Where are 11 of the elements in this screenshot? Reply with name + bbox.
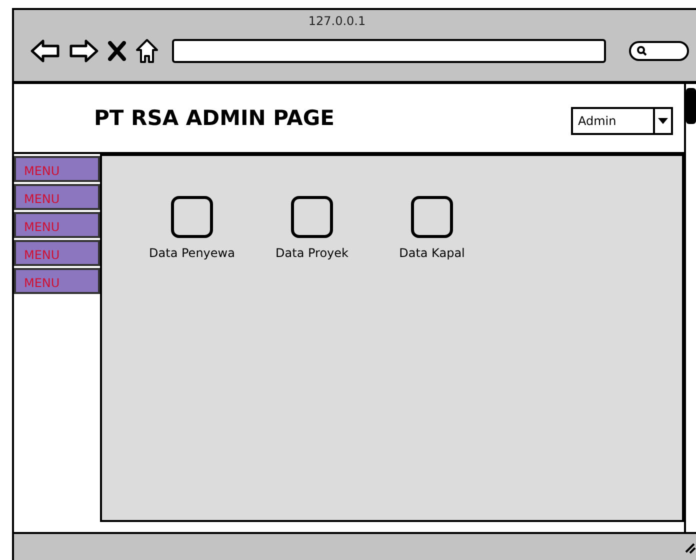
menu-item[interactable]: MENU (14, 268, 100, 294)
menu-item[interactable]: MENU (14, 184, 100, 210)
user-dropdown[interactable]: Admin (571, 107, 673, 135)
page-title: PT RSA ADMIN PAGE (94, 106, 336, 130)
shortcut-label[interactable]: Data Penyewa (149, 246, 235, 260)
shortcut-label[interactable]: Data Proyek (276, 246, 348, 260)
menu-item[interactable]: MENU (14, 212, 100, 238)
shortcut-label[interactable]: Data Kapal (399, 246, 465, 260)
window-title: 127.0.0.1 (307, 13, 367, 30)
menu-item[interactable]: MENU (14, 156, 100, 182)
menu-item[interactable]: MENU (14, 240, 100, 266)
